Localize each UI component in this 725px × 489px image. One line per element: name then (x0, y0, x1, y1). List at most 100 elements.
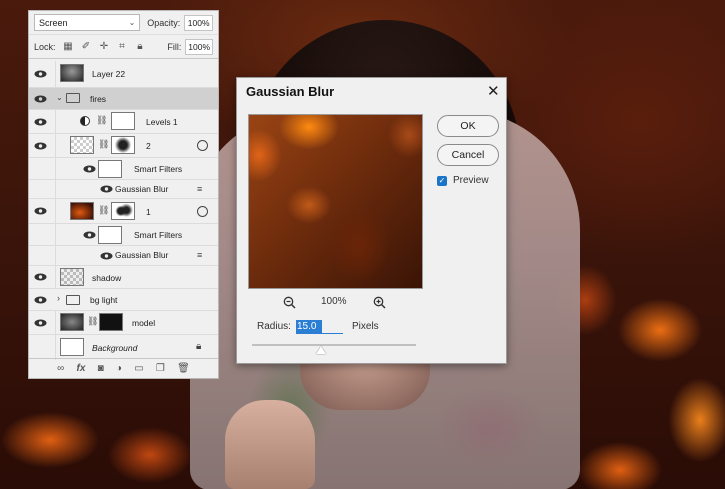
filter-mask-thumbnail (98, 226, 122, 244)
eye-icon[interactable] (34, 70, 47, 78)
lock-artboard-crop-icon[interactable]: ⌗ (116, 41, 127, 53)
layer-name: Background (92, 343, 138, 353)
layer-mask-thumbnail (111, 202, 135, 220)
layer-row[interactable]: shadow (29, 266, 218, 289)
opacity-label: Opacity: (147, 17, 181, 28)
folder-icon (66, 295, 80, 305)
layer-thumbnail (60, 313, 84, 331)
layer-name: 2 (146, 141, 151, 151)
adjustment-levels-icon (80, 116, 90, 126)
radius-value[interactable]: 15.0 (296, 320, 322, 333)
folder-icon (66, 93, 80, 103)
layer-row[interactable]: Background 🔒︎ (29, 335, 218, 360)
layer-name: Gaussian Blur (115, 184, 169, 194)
layer-group-row[interactable]: › bg light (29, 289, 218, 311)
eye-icon[interactable] (83, 165, 96, 173)
layer-mask-thumbnail (111, 136, 135, 154)
blend-mode-select[interactable]: Screen ⌄ (34, 14, 141, 31)
link-layers-icon[interactable]: ∞ (57, 363, 64, 374)
radius-slider-thumb[interactable] (316, 346, 326, 354)
chevron-down-icon: ⌄ (128, 18, 136, 27)
layer-row[interactable]: ⛓︎ Levels 1 (29, 110, 218, 134)
layer-row[interactable]: ⛓︎ model (29, 311, 218, 335)
layer-name: fires (90, 94, 107, 104)
new-layer-icon[interactable]: ❐ (156, 363, 165, 374)
layer-mask-thumbnail (99, 313, 123, 331)
layer-divider (55, 311, 56, 334)
fill-input[interactable]: 100% (185, 38, 213, 55)
preview-checkbox[interactable]: ✓ (437, 176, 447, 186)
ok-button[interactable]: OK (437, 115, 499, 137)
layer-name: Levels 1 (146, 117, 178, 127)
cancel-button[interactable]: Cancel (437, 144, 499, 166)
dialog-title: Gaussian Blur (246, 84, 335, 99)
link-chain-icon: ⛓︎ (98, 205, 110, 215)
add-mask-icon[interactable]: ◙ (98, 363, 104, 374)
layer-divider (55, 266, 56, 288)
link-chain-icon: ⛓︎ (98, 139, 110, 149)
lock-image-brush-icon[interactable]: ✐ (80, 41, 91, 53)
chevron-down-icon[interactable]: ⌄ (56, 93, 63, 102)
smart-object-icon (197, 206, 208, 217)
zoom-in-icon[interactable] (373, 296, 386, 312)
layer-thumbnail (70, 202, 94, 220)
layer-name: Smart Filters (134, 164, 183, 174)
layer-row[interactable]: ⛓︎ 1 (29, 199, 218, 224)
layer-row[interactable]: Layer 22 (29, 61, 218, 88)
unit-label: Pixels (352, 321, 379, 332)
layer-row[interactable]: ⛓︎ 2 (29, 134, 218, 158)
eye-icon[interactable] (34, 296, 47, 304)
delete-layer-icon[interactable]: 🗑︎ (177, 363, 190, 374)
fx-icon[interactable]: fx (76, 363, 85, 374)
preview-label: Preview (453, 175, 489, 186)
smart-filters-row[interactable]: Smart Filters (29, 158, 218, 180)
eye-icon[interactable] (34, 118, 47, 126)
layers-panel: Screen ⌄ Opacity: 100% Lock: ▦ ✐ ✛ ⌗ 🔒︎ … (28, 10, 219, 379)
lock-position-move-icon[interactable]: ✛ (98, 41, 109, 53)
lock-transparent-icon[interactable]: ▦ (63, 41, 74, 53)
layer-divider (55, 335, 56, 360)
eye-icon[interactable] (34, 319, 47, 327)
close-icon[interactable]: ✕ (487, 82, 500, 100)
lock-all-icon[interactable]: 🔒︎ (134, 41, 145, 53)
zoom-out-icon[interactable] (283, 296, 296, 312)
eye-icon[interactable] (34, 207, 47, 215)
layer-divider (55, 224, 56, 245)
layer-mask-thumbnail (111, 112, 135, 130)
layer-name: shadow (92, 273, 122, 283)
layer-thumbnail (60, 338, 84, 356)
layer-divider (55, 134, 56, 157)
radius-slider-track[interactable] (252, 344, 416, 346)
smart-filter-row[interactable]: Gaussian Blur ≡ (29, 180, 218, 199)
layer-divider (55, 246, 56, 265)
link-chain-icon: ⛓︎ (96, 115, 108, 125)
eye-icon[interactable] (34, 95, 47, 103)
fill-label: Fill: (167, 41, 182, 52)
eye-icon[interactable] (83, 231, 96, 239)
layers-panel-footer: ∞ fx ◙ ◑ ▭ ❐ 🗑︎ (29, 358, 218, 378)
lock-fill-row: Lock: ▦ ✐ ✛ ⌗ 🔒︎ Fill: 100% (29, 35, 218, 59)
filter-options-icon[interactable]: ≡ (197, 250, 202, 260)
layer-thumbnail (60, 268, 84, 286)
blend-opacity-row: Screen ⌄ Opacity: 100% (29, 11, 218, 35)
layer-thumbnail (60, 64, 84, 82)
chevron-right-icon[interactable]: › (57, 293, 60, 303)
eye-icon[interactable] (34, 273, 47, 281)
filter-preview[interactable] (248, 114, 423, 289)
eye-icon[interactable] (100, 185, 113, 193)
filter-options-icon[interactable]: ≡ (197, 184, 202, 194)
smart-filters-row[interactable]: Smart Filters (29, 224, 218, 246)
layer-thumbnail (70, 136, 94, 154)
layer-group-row[interactable]: ⌄ fires (29, 88, 218, 110)
smart-filter-row[interactable]: Gaussian Blur ≡ (29, 246, 218, 266)
blend-mode-value: Screen (39, 17, 68, 28)
model-hand (225, 400, 315, 489)
layer-name: 1 (146, 207, 151, 217)
eye-icon[interactable] (34, 142, 47, 150)
adjustment-layer-icon[interactable]: ◑ (116, 363, 122, 374)
opacity-input[interactable]: 100% (184, 14, 213, 31)
new-group-icon[interactable]: ▭ (134, 363, 143, 374)
layer-name: Gaussian Blur (115, 250, 169, 260)
eye-icon[interactable] (100, 252, 113, 260)
layer-divider (55, 180, 56, 198)
